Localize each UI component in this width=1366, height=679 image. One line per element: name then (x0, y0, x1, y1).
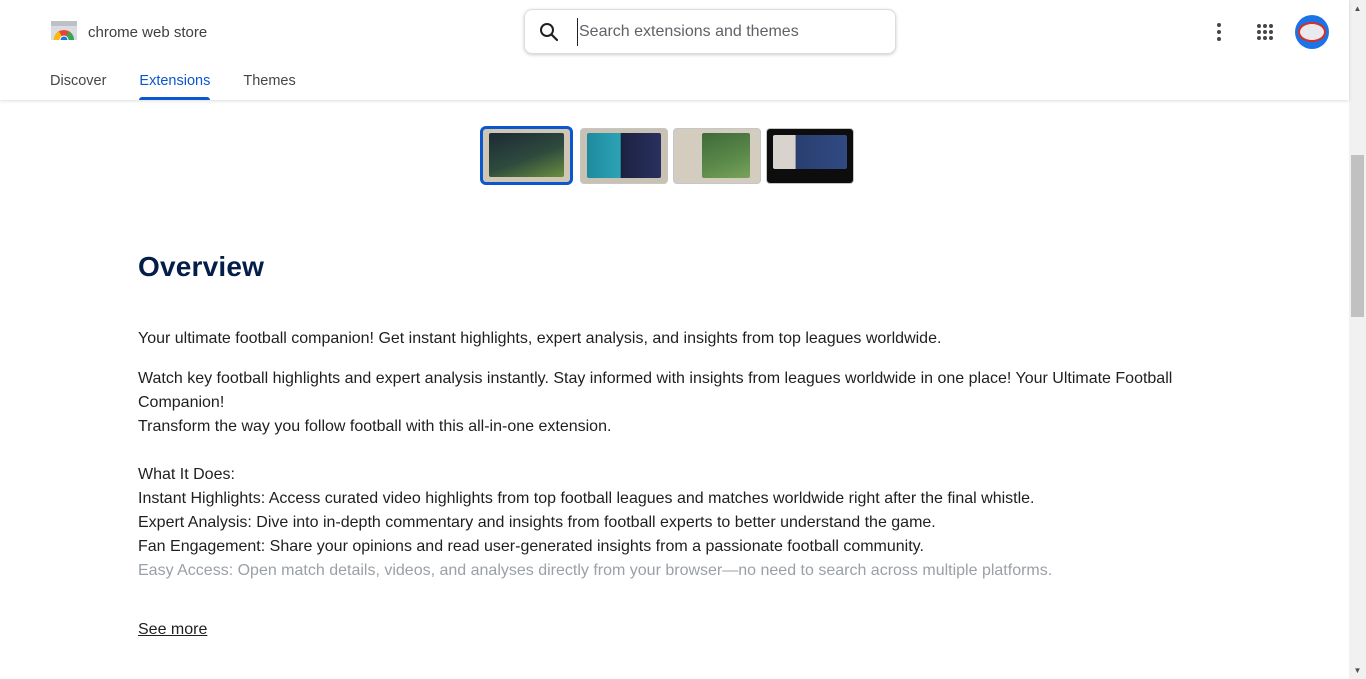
search-box[interactable] (524, 9, 896, 54)
screenshot-thumbnail-2[interactable] (580, 128, 668, 184)
description-line: Transform the way you follow football wi… (138, 418, 612, 435)
search-icon[interactable] (537, 20, 561, 44)
avatar-badge-icon (1298, 22, 1326, 42)
thumbnail-image (489, 133, 564, 177)
feature-item: Fan Engagement: Share your opinions and … (138, 538, 924, 555)
overview-title: Overview (138, 251, 265, 282)
thumbnail-image (587, 133, 661, 178)
thumbnail-image (773, 135, 847, 169)
avatar[interactable] (1295, 15, 1329, 49)
brand[interactable]: chrome web store (50, 18, 208, 50)
see-more-link[interactable]: See more (138, 621, 207, 639)
screenshot-thumbnails (480, 126, 859, 185)
screenshot-thumbnail-3[interactable] (673, 128, 761, 184)
brand-name: chrome web store (88, 23, 208, 41)
description-line: Watch key football highlights and expert… (138, 370, 1173, 411)
category-tabs: Discover Extensions Themes (50, 62, 329, 100)
tab-discover[interactable]: Discover (50, 62, 106, 100)
screenshot-thumbnail-1[interactable] (480, 126, 573, 185)
thumbnail-image (702, 133, 750, 178)
more-vert-icon[interactable] (1203, 16, 1235, 48)
feature-item: Instant Highlights: Access curated video… (138, 490, 1035, 507)
search-input[interactable] (577, 17, 877, 46)
page: chrome web store Dis (0, 0, 1366, 679)
what-it-does-heading: What It Does: (138, 466, 235, 483)
header: chrome web store Dis (0, 0, 1349, 100)
tab-themes[interactable]: Themes (243, 62, 295, 100)
chrome-web-store-logo (50, 18, 78, 50)
scrollbar-thumb[interactable] (1351, 155, 1364, 317)
feature-item: Expert Analysis: Dive into in-depth comm… (138, 514, 936, 531)
screenshot-thumbnail-4[interactable] (766, 128, 854, 184)
header-actions (1203, 15, 1329, 49)
scroll-down-arrow-icon[interactable]: ▼ (1349, 662, 1366, 679)
tab-extensions[interactable]: Extensions (139, 62, 210, 100)
scrollbar[interactable]: ▲ ▼ (1349, 0, 1366, 679)
feature-item: Easy Access: Open match details, videos,… (138, 562, 1053, 579)
overview-description: Watch key football highlights and expert… (138, 367, 1218, 583)
overview-summary: Your ultimate football companion! Get in… (138, 330, 942, 347)
scroll-up-arrow-icon[interactable]: ▲ (1349, 0, 1366, 17)
apps-grid-icon[interactable] (1249, 16, 1281, 48)
